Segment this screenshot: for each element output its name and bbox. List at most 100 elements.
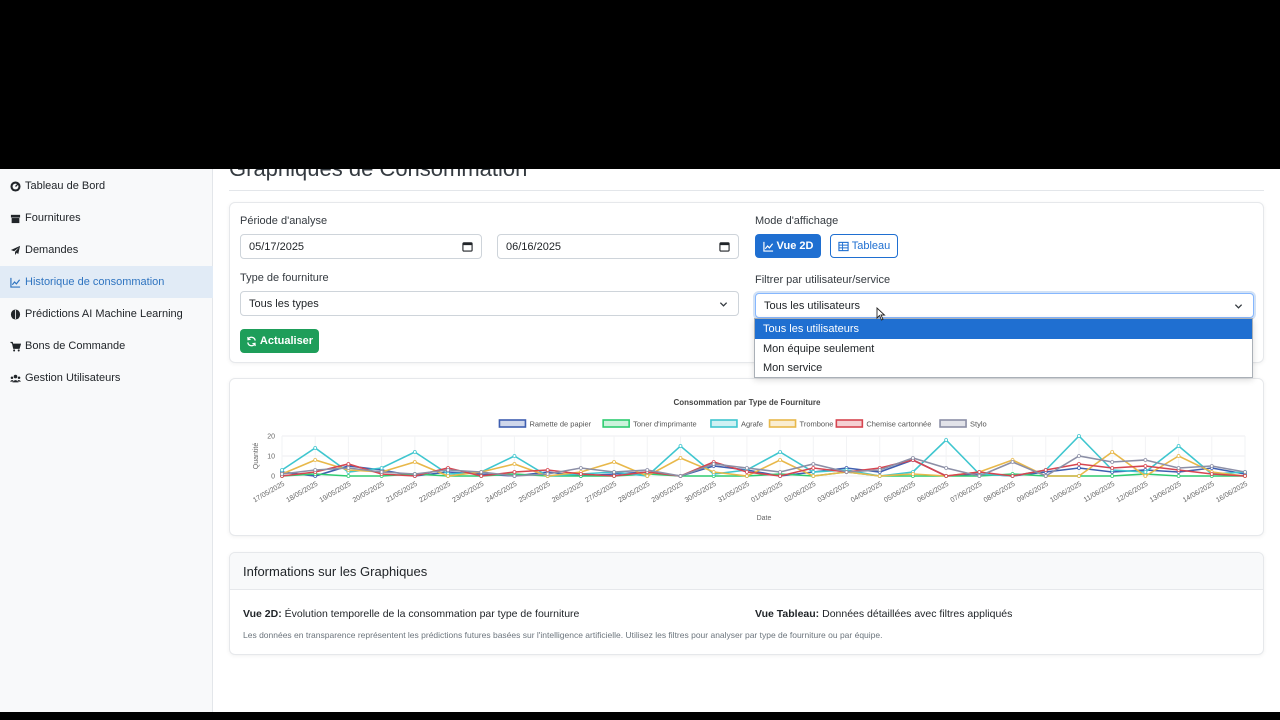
chart-card: Consommation par Type de Fourniture Rame… [229,378,1264,536]
sidebar-item-historique[interactable]: Historique de consommation [0,266,213,298]
mouse-cursor-icon [876,307,886,321]
legend-label[interactable]: Agrafe [741,420,763,429]
info-card: Informations sur les Graphiques Vue 2D: … [229,552,1264,655]
page-title: Graphiques de Consommation [229,169,527,182]
data-point [1243,474,1247,478]
data-point [313,446,318,450]
data-point [1176,454,1181,458]
type-select[interactable]: Tous les types [240,291,739,316]
bottom-black-bar [0,712,1280,720]
data-point [678,456,683,460]
data-point [844,470,849,474]
legend-label[interactable]: Stylo [970,420,987,429]
table-icon [838,241,849,251]
data-point [1043,468,1048,472]
refresh-button[interactable]: Actualiser [240,329,319,353]
data-point [744,466,749,470]
legend-swatch[interactable] [498,419,527,428]
data-point [1143,474,1148,478]
data-point [911,472,915,476]
legend-label[interactable]: Chemise cartonnée [866,420,931,429]
x-tick-label: 19/05/2025 [319,481,353,505]
data-point [1143,470,1148,474]
data-point [512,462,517,466]
top-black-bar [0,0,1280,169]
x-tick-label: 10/06/2025 [1049,481,1083,505]
data-point [1043,474,1048,478]
legend-swatch[interactable] [939,419,967,428]
data-point [1010,460,1015,464]
line-chart-icon [10,277,21,288]
chart-xlabel: Date [757,515,772,522]
mode-2d-button[interactable]: Vue 2D [755,234,821,258]
sidebar-item-demandes[interactable]: Demandes [0,234,213,266]
brain-icon [10,308,21,320]
x-tick-label: 24/05/2025 [485,481,519,505]
user-filter-select[interactable]: Tous les utilisateurs [755,293,1254,318]
info-note: Les données en transparence représentent… [243,630,883,640]
calendar-icon [719,242,730,252]
x-tick-label: 07/06/2025 [949,481,983,505]
data-point [645,468,650,472]
x-tick-label: 11/06/2025 [1083,481,1116,504]
date-start-input[interactable]: 05/17/2025 [240,234,482,259]
data-point [645,474,650,478]
x-tick-label: 05/06/2025 [883,481,917,505]
data-point [479,474,484,478]
mode-label: Mode d'affichage [755,215,839,227]
y-tick-label: 20 [267,434,275,441]
chart-plot: 0 10 20 17/05/2025 18/05/2025 19/05/2025 20/05… [252,434,1249,505]
data-point [1143,464,1148,468]
data-point [1077,474,1081,478]
sidebar-item-tableau-de-bord[interactable]: Tableau de Bord [0,170,213,202]
chevron-down-icon [1234,304,1243,309]
x-tick-label: 30/05/2025 [684,481,718,505]
sidebar-item-label: Prédictions AI Machine Learning [25,308,183,320]
date-start-value: 05/17/2025 [249,240,305,253]
y-tick-label: 0 [271,474,275,481]
date-end-input[interactable]: 06/16/2025 [497,234,739,259]
period-label: Période d'analyse [240,215,328,227]
type-select-value: Tous les types [249,297,319,310]
sidebar-item-bons-de-commande[interactable]: Bons de Commande [0,330,213,362]
sidebar-item-gestion-utilisateurs[interactable]: Gestion Utilisateurs [0,362,213,394]
data-point [512,454,517,458]
data-point [545,472,550,476]
data-point [1209,464,1214,468]
data-point [1110,460,1115,464]
legend-label[interactable]: Ramette de papier [529,420,591,429]
data-point [1077,454,1081,458]
legend-swatch[interactable] [835,419,864,428]
x-tick-label: 04/06/2025 [850,481,884,505]
mode-table-button[interactable]: Tableau [830,234,898,258]
x-tick-label: 12/06/2025 [1116,481,1150,505]
user-filter-option[interactable]: Mon équipe seulement [755,339,1252,359]
legend-label[interactable]: Toner d'imprimante [633,420,697,429]
data-point [778,470,783,474]
user-filter-option[interactable]: Mon service [755,358,1252,378]
legend-swatch[interactable] [710,419,738,428]
x-tick-label: 23/05/2025 [451,481,485,505]
data-point [877,468,882,472]
sidebar-item-label: Tableau de Bord [25,180,106,192]
x-tick-label: 31/05/2025 [717,481,751,505]
data-point [977,470,982,474]
cart-icon [10,341,21,351]
legend-label[interactable]: Trombone [800,420,834,429]
data-point [512,474,517,478]
sidebar-item-label: Demandes [25,244,79,256]
user-filter-option[interactable]: Tous les utilisateurs [755,319,1252,339]
data-point [944,438,949,442]
sidebar-item-fournitures[interactable]: Fournitures [0,202,213,234]
sidebar-item-label: Bons de Commande [25,340,126,352]
data-point [512,470,517,474]
legend-swatch[interactable] [768,419,797,428]
data-point [412,472,417,476]
calendar-icon [462,242,473,252]
data-point [1110,466,1115,470]
legend-swatch[interactable] [602,419,630,428]
sidebar-item-predictions[interactable]: Prédictions AI Machine Learning [0,298,213,330]
data-point [1209,472,1214,476]
chart-title: Consommation par Type de Fourniture [674,398,822,407]
x-tick-label: 01/06/2025 [750,481,784,505]
